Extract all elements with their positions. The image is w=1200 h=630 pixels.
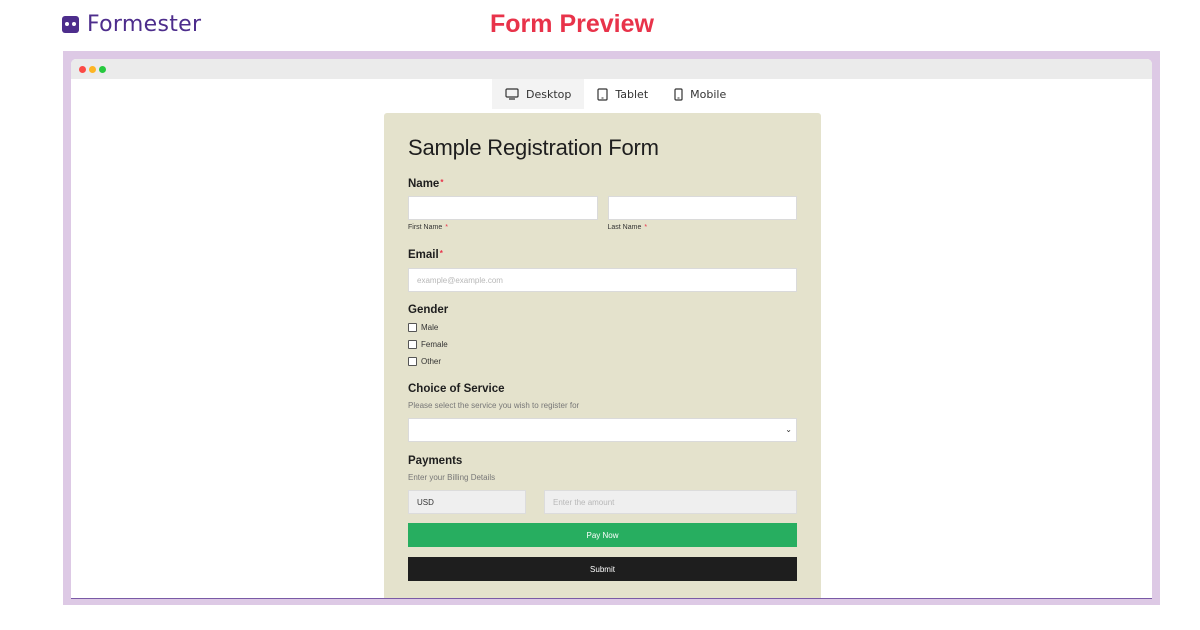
payments-field: Payments Enter your Billing Details Pay …: [408, 455, 797, 547]
window-titlebar: [71, 59, 1152, 79]
gender-option-male[interactable]: Male: [408, 319, 797, 336]
first-name-group: First Name *: [408, 196, 598, 231]
email-label-text: Email: [408, 249, 439, 261]
formester-logo-icon: [62, 16, 79, 33]
registration-form: Sample Registration Form Name* First Nam…: [384, 113, 821, 598]
brand-name: Formester: [87, 12, 202, 37]
device-toggle: Desktop Tablet Mobile: [492, 79, 739, 109]
required-mark: *: [644, 224, 648, 231]
checkbox[interactable]: [408, 323, 417, 332]
chevron-down-icon: ⌄: [785, 425, 792, 434]
gender-option-label: Female: [421, 340, 448, 349]
service-select[interactable]: ⌄: [408, 418, 797, 442]
minimize-window-icon[interactable]: [89, 65, 96, 73]
service-field: Choice of Service Please select the serv…: [408, 383, 797, 442]
gender-label: Gender: [408, 304, 449, 316]
browser-window: Desktop Tablet Mobile Sample Registratio…: [71, 59, 1152, 599]
payment-row: [408, 490, 797, 514]
submit-button[interactable]: Submit: [408, 557, 797, 581]
first-name-label: First Name *: [408, 224, 598, 231]
maximize-window-icon[interactable]: [99, 65, 106, 73]
service-label: Choice of Service: [408, 383, 505, 395]
required-mark: *: [439, 249, 443, 258]
name-row: First Name * Last Name *: [408, 196, 797, 231]
tab-mobile-label: Mobile: [690, 87, 727, 101]
name-label: Name*: [408, 178, 797, 190]
mobile-icon: [674, 87, 683, 101]
form-title: Sample Registration Form: [408, 135, 659, 160]
email-input[interactable]: [408, 268, 797, 292]
gender-option-other[interactable]: Other: [408, 353, 797, 370]
tab-tablet[interactable]: Tablet: [584, 79, 661, 109]
currency-field[interactable]: [408, 490, 526, 514]
desktop-icon: [505, 88, 519, 100]
first-name-label-text: First Name: [408, 224, 443, 231]
gender-option-label: Male: [421, 323, 439, 332]
last-name-input[interactable]: [607, 196, 797, 220]
gender-option-female[interactable]: Female: [408, 336, 797, 353]
tablet-icon: [597, 87, 608, 101]
last-name-group: Last Name *: [607, 196, 798, 231]
tab-desktop[interactable]: Desktop: [492, 79, 585, 109]
email-field: Email*: [408, 249, 797, 292]
last-name-label-text: Last Name: [607, 224, 642, 231]
email-label: Email*: [408, 249, 797, 261]
tab-tablet-label: Tablet: [615, 87, 649, 101]
service-hint: Please select the service you wish to re…: [408, 401, 580, 410]
payments-hint: Enter your Billing Details: [408, 473, 496, 482]
close-window-icon[interactable]: [79, 65, 86, 73]
first-name-input[interactable]: [408, 196, 598, 220]
pay-now-button[interactable]: Pay Now: [408, 523, 797, 547]
gender-options: Male Female Other: [408, 319, 797, 370]
brand: Formester: [62, 12, 201, 37]
last-name-label: Last Name *: [608, 224, 798, 231]
tab-mobile[interactable]: Mobile: [661, 79, 739, 109]
name-label-text: Name: [408, 178, 440, 190]
checkbox[interactable]: [408, 357, 417, 366]
checkbox[interactable]: [408, 340, 417, 349]
gender-field: Gender Male Female Other: [408, 304, 797, 370]
required-mark: *: [440, 178, 444, 187]
required-mark: *: [445, 224, 448, 231]
tab-desktop-label: Desktop: [526, 87, 572, 101]
name-field: Name* First Name * Last Name *: [408, 178, 797, 231]
page-heading: Form Preview: [490, 10, 654, 38]
amount-input[interactable]: [544, 490, 797, 514]
gender-option-label: Other: [421, 357, 442, 366]
payments-label: Payments: [408, 455, 463, 467]
